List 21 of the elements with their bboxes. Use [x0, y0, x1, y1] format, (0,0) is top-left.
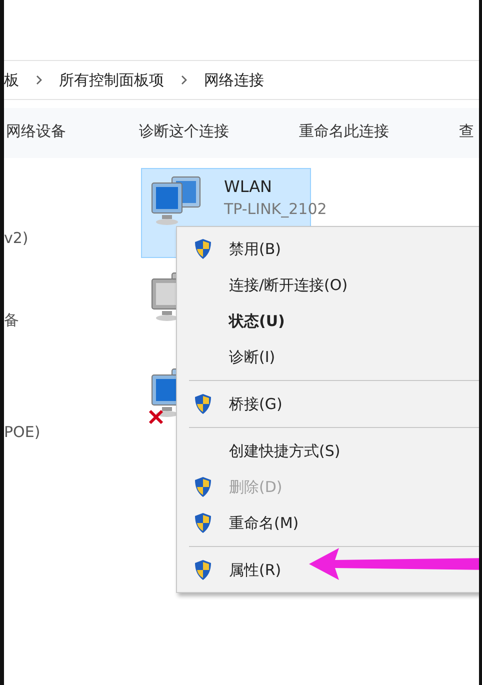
toolbar-button[interactable]: 网络设备 [6, 122, 66, 141]
menu-item[interactable]: 连接/断开连接(O) [177, 267, 479, 303]
menu-item[interactable]: 诊断(I) [177, 339, 479, 375]
menu-item[interactable]: 桥接(G) [177, 386, 479, 422]
toolbar-button[interactable]: 重命名此连接 [299, 122, 389, 141]
connection-label: v2) [4, 228, 30, 248]
toolbar-button[interactable]: 诊断这个连接 [139, 122, 229, 141]
breadcrumb-item[interactable]: 板 [4, 70, 19, 90]
menu-item[interactable]: 重命名(M) [177, 505, 479, 541]
chevron-icon [180, 75, 188, 85]
connection-label: POE) [4, 422, 42, 442]
menu-item[interactable]: 创建快捷方式(S) [177, 433, 479, 469]
connection-label: 备 [4, 310, 20, 330]
breadcrumb-item[interactable]: 网络连接 [204, 70, 264, 90]
toolbar-button[interactable]: 查 [459, 122, 474, 141]
breadcrumb-item[interactable]: 所有控制面板项 [59, 70, 164, 90]
menu-item[interactable]: 状态(U) [177, 303, 479, 339]
menu-item[interactable]: 属性(R) [177, 552, 479, 588]
chevron-icon [35, 75, 43, 85]
connection-device: TP-LINK_2102 [224, 200, 327, 218]
connection-name: WLAN [224, 177, 274, 196]
